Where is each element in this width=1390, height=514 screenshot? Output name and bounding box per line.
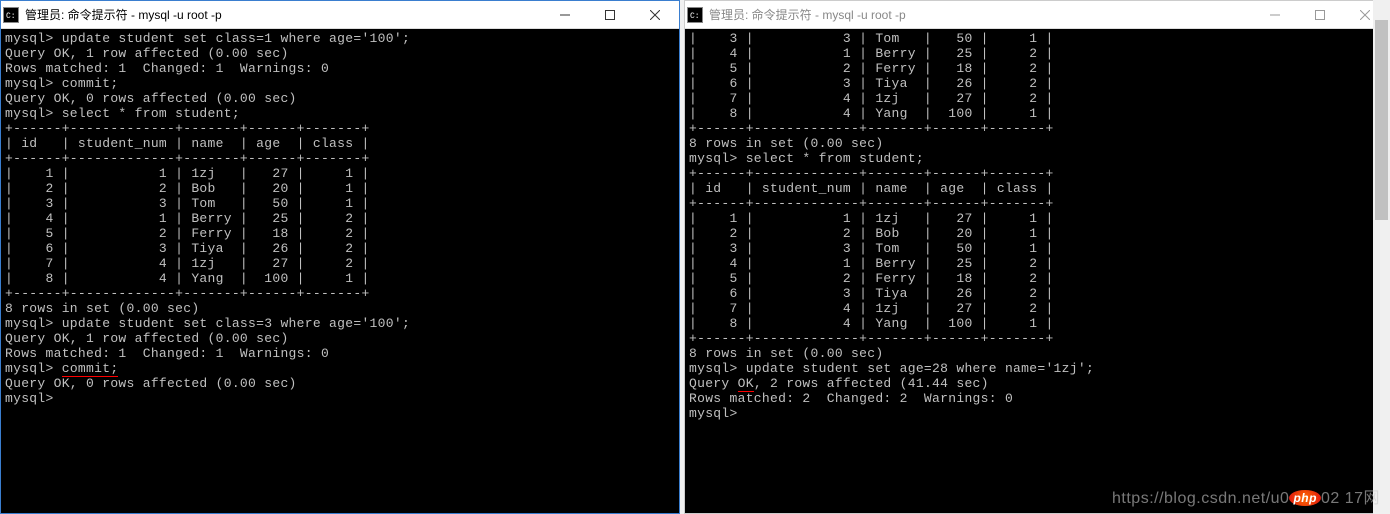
minimize-button[interactable] xyxy=(1252,1,1297,29)
titlebar[interactable]: C:\ 管理员: 命令提示符 - mysql -u root -p xyxy=(1,1,679,29)
cmd-icon: C:\ xyxy=(687,7,703,23)
terminal-output[interactable]: mysql> update student set class=1 where … xyxy=(1,29,679,513)
cmd-icon: C:\ xyxy=(3,7,19,23)
close-button[interactable] xyxy=(632,1,677,29)
scrollbar-thumb[interactable] xyxy=(1375,20,1388,220)
window-title: 管理员: 命令提示符 - mysql -u root -p xyxy=(25,6,222,23)
maximize-button[interactable] xyxy=(1297,1,1342,29)
maximize-button[interactable] xyxy=(587,1,632,29)
page-scrollbar[interactable] xyxy=(1373,0,1390,514)
window-title: 管理员: 命令提示符 - mysql -u root -p xyxy=(709,6,906,23)
svg-text:C:\: C:\ xyxy=(690,12,700,20)
svg-text:C:\: C:\ xyxy=(6,12,16,20)
terminal-window-right: C:\ 管理员: 命令提示符 - mysql -u root -p | 3 | … xyxy=(684,0,1390,514)
titlebar[interactable]: C:\ 管理员: 命令提示符 - mysql -u root -p xyxy=(685,1,1389,29)
terminal-output[interactable]: | 3 | 3 | Tom | 50 | 1 || 4 | 1 | Berry … xyxy=(685,29,1389,513)
minimize-button[interactable] xyxy=(542,1,587,29)
terminal-window-left: C:\ 管理员: 命令提示符 - mysql -u root -p mysql>… xyxy=(0,0,680,514)
